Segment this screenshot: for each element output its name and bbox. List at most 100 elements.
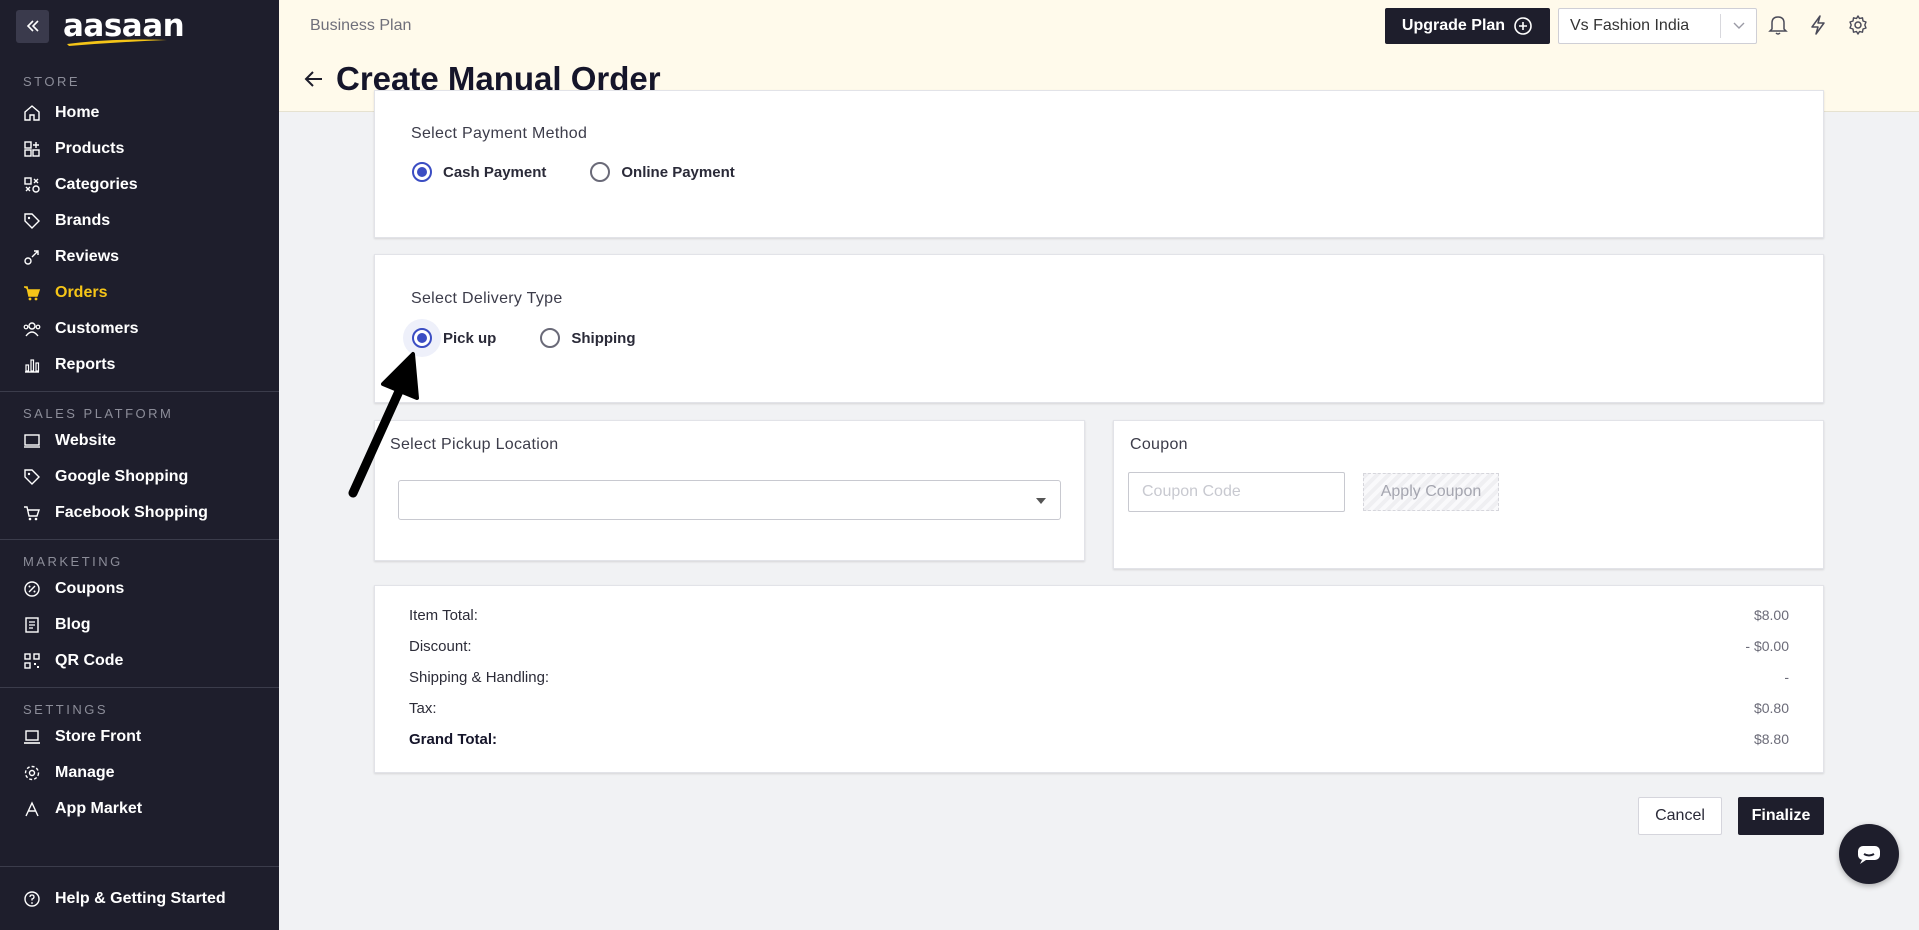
sidebar-item-facebook-shopping[interactable]: Facebook Shopping: [0, 495, 279, 531]
sidebar-item-manage[interactable]: Manage: [0, 755, 279, 791]
sidebar-section-settings: SETTINGS: [23, 702, 109, 717]
sidebar-item-reports[interactable]: Reports: [0, 347, 279, 383]
sidebar-item-label: App Market: [55, 800, 143, 817]
summary-row-tax: Tax: $0.80: [409, 698, 1789, 718]
online-payment-label[interactable]: Online Payment: [621, 164, 734, 181]
sidebar-item-label: QR Code: [55, 652, 124, 669]
annotation-arrow-icon: [348, 352, 419, 498]
delivery-type-options: Pick up Shipping: [403, 319, 680, 357]
pickup-location-select[interactable]: [398, 480, 1061, 520]
finalize-button[interactable]: Finalize: [1738, 797, 1824, 835]
sidebar-item-label: Website: [55, 432, 117, 449]
sidebar-item-label: Reviews: [55, 248, 120, 265]
qr-code-icon: [22, 652, 41, 671]
grand-total-value: $8.80: [1753, 731, 1789, 747]
help-link[interactable]: Help & Getting Started: [0, 881, 279, 917]
item-total-label: Item Total:: [409, 606, 478, 624]
sidebar-item-label: Google Shopping: [55, 468, 189, 485]
sidebar-item-categories[interactable]: Categories: [0, 167, 279, 203]
sidebar-item-label: Orders: [55, 284, 108, 301]
cash-payment-label[interactable]: Cash Payment: [443, 164, 546, 181]
grand-total-label: Grand Total:: [409, 730, 498, 748]
shipping-radio[interactable]: [540, 328, 561, 348]
coupon-code-input[interactable]: [1128, 472, 1345, 512]
online-payment-radio[interactable]: [590, 162, 611, 182]
sidebar-item-label: Manage: [55, 764, 115, 781]
sidebar-header: aasaan: [0, 0, 279, 52]
upgrade-plan-button[interactable]: Upgrade Plan: [1385, 8, 1550, 44]
help-label: Help & Getting Started: [55, 890, 226, 907]
logo-swoosh-icon: [67, 39, 167, 46]
sidebar-item-qr-code[interactable]: QR Code: [0, 643, 279, 679]
delivery-type-card: Select Delivery Type Pick up Shipping: [374, 254, 1824, 403]
sidebar-item-home[interactable]: Home: [0, 95, 279, 131]
sidebar-item-google-shopping[interactable]: Google Shopping: [0, 459, 279, 495]
shipping-handling-value: -: [1784, 669, 1789, 685]
summary-row-item-total: Item Total: $8.00: [409, 605, 1789, 625]
caret-down-icon: [1036, 498, 1046, 504]
sidebar-item-coupons[interactable]: Coupons: [0, 571, 279, 607]
notifications-button[interactable]: [1766, 13, 1790, 37]
gear-icon: [1849, 15, 1867, 35]
sidebar-divider: [0, 391, 279, 392]
settings-button[interactable]: [1846, 13, 1870, 37]
sidebar-item-label: Products: [55, 140, 125, 157]
discount-label: Discount:: [409, 637, 472, 655]
chat-button[interactable]: [1839, 824, 1899, 884]
back-button[interactable]: [302, 67, 326, 91]
app-logo[interactable]: aasaan: [63, 11, 185, 46]
pickup-location-card: Select Pickup Location: [374, 420, 1085, 561]
payment-method-card: Select Payment Method Cash Payment Onlin…: [374, 90, 1824, 238]
sidebar-item-reviews[interactable]: Reviews: [0, 239, 279, 275]
sidebar-item-website[interactable]: Website: [0, 423, 279, 459]
shipping-label[interactable]: Shipping: [571, 330, 635, 347]
upgrade-plan-label: Upgrade Plan: [1401, 17, 1506, 34]
coupon-title: Coupon: [1130, 436, 1188, 453]
pickup-radio[interactable]: [412, 328, 432, 348]
sidebar-divider: [0, 687, 279, 688]
tag-icon: [22, 212, 41, 231]
sidebar-item-blog[interactable]: Blog: [0, 607, 279, 643]
help-circle-icon: [22, 890, 41, 909]
item-total-value: $8.00: [1753, 607, 1789, 623]
coupon-card: Coupon Apply Coupon: [1113, 420, 1824, 569]
app-market-icon: [22, 800, 41, 819]
sidebar-divider: [0, 539, 279, 540]
chat-icon: [1858, 846, 1880, 864]
collapse-sidebar-button[interactable]: [16, 9, 49, 43]
delivery-type-title: Select Delivery Type: [411, 290, 563, 307]
sidebar-item-label: Customers: [55, 320, 139, 337]
sidebar-item-label: Reports: [55, 356, 116, 373]
cancel-button[interactable]: Cancel: [1638, 797, 1722, 835]
sidebar-item-brands[interactable]: Brands: [0, 203, 279, 239]
payment-method-title: Select Payment Method: [411, 125, 588, 142]
pickup-label[interactable]: Pick up: [443, 330, 496, 347]
sidebar-item-label: Home: [55, 104, 100, 121]
summary-row-shipping: Shipping & Handling: -: [409, 667, 1789, 687]
sidebar-item-label: Facebook Shopping: [55, 504, 208, 521]
cash-payment-radio[interactable]: [412, 162, 432, 182]
sidebar-item-app-market[interactable]: App Market: [0, 791, 279, 827]
sidebar-item-label: Store Front: [55, 728, 142, 745]
tax-label: Tax:: [409, 699, 437, 717]
sidebar-item-orders[interactable]: Orders: [0, 275, 279, 311]
sidebar-item-customers[interactable]: Customers: [0, 311, 279, 347]
sidebar-footer: Help & Getting Started: [0, 866, 279, 930]
home-icon: [22, 104, 41, 123]
chevron-down-icon: [1720, 14, 1756, 38]
sidebar-item-products[interactable]: Products: [0, 131, 279, 167]
quick-actions-button[interactable]: [1806, 13, 1830, 37]
double-chevron-left-icon: [26, 20, 39, 32]
plus-circle-icon: [1514, 17, 1532, 35]
apply-coupon-button[interactable]: Apply Coupon: [1363, 473, 1499, 511]
store-selector[interactable]: Vs Fashion India: [1558, 8, 1757, 44]
sidebar-section-store: STORE: [23, 74, 81, 89]
sidebar-item-store-front[interactable]: Store Front: [0, 719, 279, 755]
plan-label: Business Plan: [310, 17, 412, 34]
bar-chart-icon: [22, 356, 41, 375]
store-name: Vs Fashion India: [1570, 17, 1690, 34]
sidebar-item-label: Coupons: [55, 580, 125, 597]
cart-icon: [22, 284, 41, 303]
tag-icon: [22, 468, 41, 487]
bell-icon: [1768, 16, 1788, 35]
